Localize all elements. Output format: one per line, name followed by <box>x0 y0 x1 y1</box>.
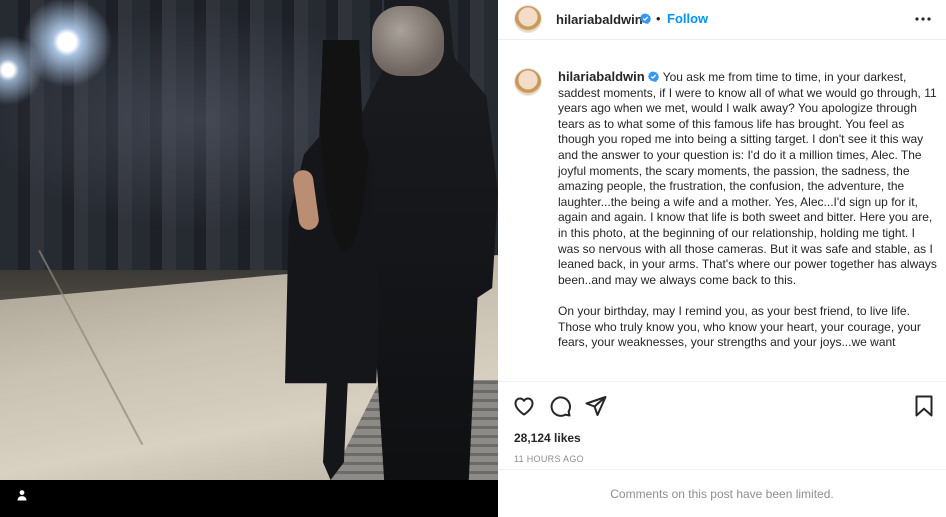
verified-badge-icon <box>640 13 651 24</box>
action-bar: 28,124 likes 11 HOURS AGO <box>498 381 946 469</box>
post-timestamp[interactable]: 11 HOURS AGO <box>514 454 584 464</box>
media-footer <box>0 480 498 517</box>
comment-icon[interactable] <box>548 394 572 418</box>
post-side-panel: hilariabaldwin • Follow hilariabaldwin Yo… <box>498 0 946 517</box>
comments-limited-text: Comments on this post have been limited. <box>610 486 834 501</box>
avatar[interactable] <box>514 5 542 33</box>
separator-dot: • <box>656 11 661 26</box>
post-header: hilariabaldwin • Follow <box>498 0 946 40</box>
caption-avatar[interactable] <box>514 68 542 96</box>
paper-plane-icon[interactable] <box>584 394 608 418</box>
follow-button[interactable]: Follow <box>667 11 708 26</box>
caption-area[interactable]: hilariabaldwin You ask me from time to ti… <box>498 41 946 381</box>
username-link[interactable]: hilariabaldwin <box>556 12 643 27</box>
likes-count[interactable]: 28,124 likes <box>514 431 581 445</box>
caption-text: You ask me from time to time, in your da… <box>558 70 937 350</box>
man-head <box>372 6 444 76</box>
caption-username[interactable]: hilariabaldwin <box>558 69 645 84</box>
caption-verified-badge-icon <box>647 71 659 82</box>
heart-icon[interactable] <box>512 394 536 418</box>
more-options-icon[interactable] <box>912 10 934 28</box>
caption: hilariabaldwin You ask me from time to ti… <box>558 69 938 351</box>
comments-limited-notice: Comments on this post have been limited. <box>498 469 946 517</box>
post-photo <box>0 0 498 480</box>
post-media[interactable] <box>0 0 498 517</box>
bookmark-icon[interactable] <box>912 394 936 418</box>
user-tag-icon[interactable] <box>12 485 32 505</box>
